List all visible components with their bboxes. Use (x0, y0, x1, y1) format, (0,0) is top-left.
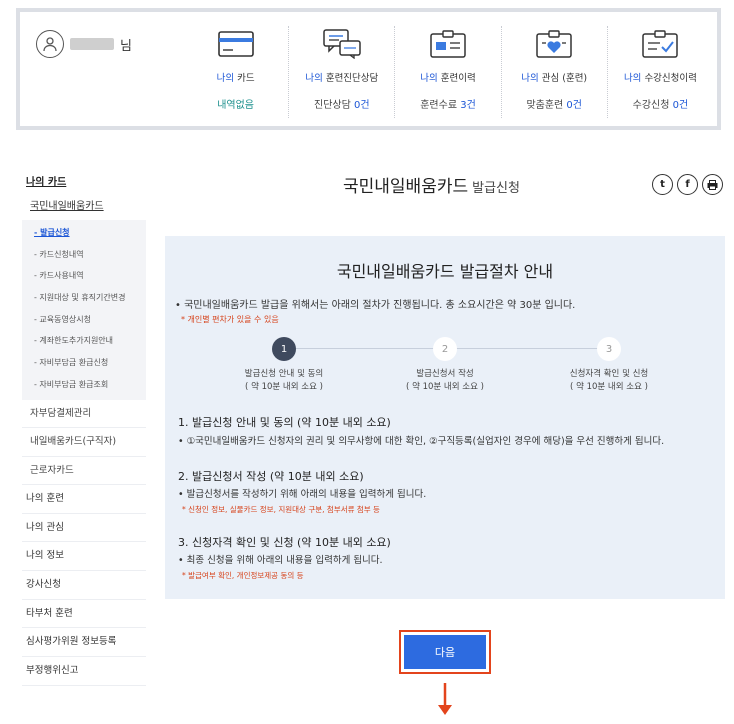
id-card-icon (430, 26, 466, 62)
checklist-icon (642, 26, 679, 62)
summary-my-interest[interactable]: 나의 관심 (훈련) 맞춤훈련 0건 (502, 26, 608, 118)
step-2-circle: 2 (433, 337, 457, 361)
sidebar-item[interactable]: 내일배움카드(구직자) (22, 428, 146, 457)
card-icon (217, 26, 254, 62)
sidebar-subitem[interactable]: - 자비부담금 환급신청 (22, 352, 146, 374)
sidebar-subitem[interactable]: - 카드사용내역 (22, 265, 146, 287)
page-title: 국민내일배움카드 발급신청 (343, 177, 520, 197)
sidebar-item[interactable]: 나의 훈련 (22, 485, 146, 514)
user-suffix: 님 (120, 38, 132, 54)
section-2-desc: • 발급신청서를 작성하기 위해 아래의 내용을 입력하게 됩니다. (178, 489, 427, 500)
sidebar-item[interactable]: 타부처 훈련 (22, 600, 146, 629)
sidebar-subitem[interactable]: - 계좌한도추가지원안내 (22, 330, 146, 352)
section-2-note: * 신청인 정보, 실물카드 정보, 지원대상 구분, 첨부서류 첨부 등 (182, 505, 380, 514)
intro-note: * 개인별 편차가 있을 수 있음 (181, 315, 279, 324)
procedure-panel: 국민내일배움카드 발급절차 안내 • 국민내일배움카드 발급을 위해서는 아래의… (165, 236, 725, 599)
summary-my-enrollment[interactable]: 나의 수강신청이력 수강신청 0건 (608, 26, 713, 118)
sidebar-item[interactable]: 부정행위신고 (22, 657, 146, 686)
step-3-circle: 3 (597, 337, 621, 361)
next-button[interactable]: 다음 (404, 635, 486, 669)
section-3-desc: • 최종 신청을 위해 아래의 내용을 입력하게 됩니다. (178, 555, 383, 566)
section-3-note: * 발급여부 확인, 개인정보제공 동의 등 (182, 571, 304, 580)
next-button-highlight: 다음 (399, 630, 491, 674)
my-summary-box: 님 나의 카드 내역없음 나의 훈련진단상담 진단상담 0건 나의 훈련이력 훈… (16, 8, 721, 130)
facebook-icon[interactable]: f (677, 174, 698, 195)
sidebar-item[interactable]: 심사평가위원 정보등록 (22, 628, 146, 658)
sidebar-submenu: - 발급신청 - 카드신청내역 - 카드사용내역 - 지원대상 및 휴직기간변경… (22, 220, 146, 400)
sidebar-item[interactable]: 강사신청 (22, 571, 146, 600)
summary-value: 맞춤훈련 0건 (526, 100, 582, 111)
summary-value: 진단상담 0건 (314, 100, 370, 111)
arrow-down-icon (438, 683, 452, 715)
panel-title: 국민내일배움카드 발급절차 안내 (336, 262, 554, 281)
section-2-title: 2. 발급신청서 작성 (약 10분 내외 소요) (178, 470, 364, 483)
sidebar-item[interactable]: 자부담결제관리 (22, 400, 146, 428)
print-icon[interactable] (702, 174, 723, 195)
sidebar-subitem-apply[interactable]: - 발급신청 (22, 222, 146, 244)
sidebar-item[interactable]: 근로자카드 (22, 457, 146, 485)
step-1-label: 발급신청 안내 및 동의( 약 10분 내외 소요 ) (244, 369, 324, 392)
summary-my-history[interactable]: 나의 훈련이력 훈련수료 3건 (395, 26, 502, 118)
section-3-title: 3. 신청자격 확인 및 신청 (약 10분 내외 소요) (178, 536, 391, 549)
summary-value: 훈련수료 3건 (420, 100, 476, 111)
share-buttons: t f (652, 174, 723, 195)
user-info: 님 (36, 30, 132, 58)
heart-card-icon (536, 26, 572, 62)
summary-value: 내역없음 (217, 100, 254, 111)
chat-bubbles-icon (323, 26, 361, 62)
twitter-icon[interactable]: t (652, 174, 673, 195)
section-1-desc: • ①국민내일배움카드 신청자의 권리 및 의무사항에 대한 확인, ②구직등록… (178, 436, 665, 447)
intro-text: • 국민내일배움카드 발급을 위해서는 아래의 절차가 진행됩니다. 총 소요시… (175, 300, 576, 311)
step-3-label: 신청자격 확인 및 신청( 약 10분 내외 소요 ) (569, 369, 649, 392)
sidebar-subitem[interactable]: - 카드신청내역 (22, 244, 146, 266)
sidebar-subitem[interactable]: - 자비부담금 환급조회 (22, 374, 146, 396)
sidebar-title[interactable]: 나의 카드 (22, 172, 146, 194)
section-1-title: 1. 발급신청 안내 및 동의 (약 10분 내외 소요) (178, 416, 391, 429)
summary-my-card[interactable]: 나의 카드 내역없음 (183, 26, 290, 118)
step-2-label: 발급신청서 작성( 약 10분 내외 소요 ) (406, 369, 484, 392)
summary-value: 수강신청 0건 (632, 100, 689, 111)
user-avatar-icon (36, 30, 64, 58)
sidebar-subitem[interactable]: - 교육동영상시청 (22, 309, 146, 331)
summary-my-consult[interactable]: 나의 훈련진단상담 진단상담 0건 (289, 26, 396, 118)
user-name-redacted (70, 38, 114, 50)
sidebar-item[interactable]: 나의 정보 (22, 542, 146, 572)
sidebar-item[interactable]: 나의 관심 (22, 514, 146, 543)
sidebar-subitem[interactable]: - 지원대상 및 휴직기간변경 (22, 287, 146, 309)
sidebar: 나의 카드 국민내일배움카드 - 발급신청 - 카드신청내역 - 카드사용내역 … (22, 172, 146, 686)
sidebar-item-card[interactable]: 국민내일배움카드 (22, 194, 146, 220)
step-1-circle: 1 (272, 337, 296, 361)
